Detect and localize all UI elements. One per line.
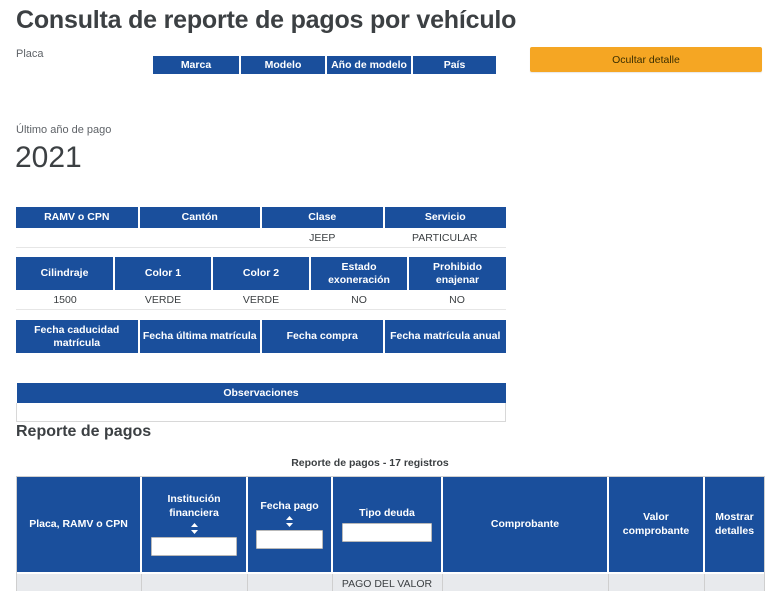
payments-th-tipo-deuda[interactable]: Tipo deuda bbox=[332, 477, 443, 574]
last-payment-year-value: 2021 bbox=[15, 141, 82, 174]
table-row: 1500 VERDE VERDE NO NO bbox=[16, 290, 506, 311]
detail1-td-servicio: PARTICULAR bbox=[383, 228, 506, 248]
payments-td-comprobante bbox=[442, 573, 609, 591]
payments-filter-fecha-pago[interactable] bbox=[255, 530, 324, 550]
page-title: Consulta de reporte de pagos por vehícul… bbox=[16, 6, 517, 34]
detail3-th-fecha-ultima-matricula: Fecha última matrícula bbox=[138, 320, 262, 355]
payments-table-wrapper: Placa, RAMV o CPN Institución financiera bbox=[16, 476, 765, 591]
payments-th-fecha-pago-label: Fecha pago bbox=[260, 499, 319, 512]
detail1-th-canton: Cantón bbox=[138, 207, 262, 229]
detail1-td-canton bbox=[138, 228, 261, 248]
table-header-row: Cilindraje Color 1 Color 2 Estado exoner… bbox=[16, 257, 506, 292]
table-header-row: Placa, RAMV o CPN Institución financiera bbox=[17, 477, 764, 574]
detail1-td-ramv bbox=[16, 228, 139, 248]
vehicle-col-modelo: Modelo bbox=[241, 56, 327, 74]
payments-th-placa-label: Placa, RAMV o CPN bbox=[29, 517, 128, 530]
table-header-row: RAMV o CPN Cantón Clase Servicio bbox=[16, 207, 506, 229]
detail2-td-prohibido-enajenar: NO bbox=[408, 290, 506, 311]
payments-td-fecha-pago bbox=[247, 573, 333, 591]
detail2-th-estado-exoneracion: Estado exoneración bbox=[310, 257, 409, 292]
detail2-th-color1: Color 1 bbox=[114, 257, 213, 292]
last-payment-year-label: Último año de pago bbox=[16, 124, 112, 136]
placa-label: Placa bbox=[16, 48, 44, 60]
payments-th-institucion-financiera[interactable]: Institución financiera bbox=[141, 477, 248, 574]
toggle-detail-button[interactable]: Ocultar detalle bbox=[530, 47, 762, 72]
payments-th-valor-comprobante-label: Valor comprobante bbox=[622, 511, 690, 537]
payments-th-comprobante: Comprobante bbox=[442, 477, 609, 574]
payments-td-valor-comprobante bbox=[608, 573, 705, 591]
detail1-th-ramv: RAMV o CPN bbox=[16, 207, 140, 229]
payments-td-tipo-deuda: PAGO DEL VALOR bbox=[332, 573, 443, 591]
detail2-td-color2: VERDE bbox=[212, 290, 310, 311]
detail2-th-color2: Color 2 bbox=[212, 257, 311, 292]
vehicle-header-strip: Marca Modelo Año de modelo País bbox=[153, 56, 496, 74]
payments-th-mostrar-detalles: Mostrar detalles bbox=[704, 477, 764, 574]
table-row: JEEP PARTICULAR bbox=[16, 228, 506, 248]
table-row bbox=[16, 403, 506, 422]
detail2-td-cilindraje: 1500 bbox=[16, 290, 114, 311]
page-root: Consulta de reporte de pagos por vehícul… bbox=[0, 0, 768, 591]
payments-th-placa: Placa, RAMV o CPN bbox=[17, 477, 142, 574]
payments-section-title: Reporte de pagos bbox=[16, 423, 152, 440]
detail1-th-servicio: Servicio bbox=[383, 207, 506, 229]
table-row[interactable]: PAGO DEL VALOR bbox=[17, 573, 764, 591]
detail-table-1: RAMV o CPN Cantón Clase Servicio JEEP PA… bbox=[16, 207, 506, 248]
payments-td-placa bbox=[17, 573, 142, 591]
observations-value bbox=[16, 403, 506, 422]
payments-td-institucion bbox=[141, 573, 248, 591]
sort-updown-icon[interactable] bbox=[190, 522, 199, 534]
payments-th-valor-comprobante: Valor comprobante bbox=[608, 477, 705, 574]
payments-th-institucion-financiera-label: Institución financiera bbox=[167, 493, 221, 519]
payments-filter-institucion-financiera[interactable] bbox=[150, 536, 238, 556]
sort-updown-icon[interactable] bbox=[285, 516, 294, 528]
payments-th-mostrar-detalles-label: Mostrar detalles bbox=[714, 511, 755, 537]
detail1-th-clase: Clase bbox=[261, 207, 385, 229]
payments-th-tipo-deuda-label: Tipo deuda bbox=[359, 506, 415, 519]
detail2-th-prohibido-enajenar: Prohibido enajenar bbox=[408, 257, 506, 292]
detail2-th-cilindraje: Cilindraje bbox=[16, 257, 115, 292]
payments-records-caption: Reporte de pagos - 17 registros bbox=[291, 457, 449, 469]
detail-table-3: Fecha caducidad matrícula Fecha última m… bbox=[16, 320, 506, 355]
payments-filter-tipo-deuda[interactable] bbox=[342, 523, 432, 543]
payments-table: Placa, RAMV o CPN Institución financiera bbox=[17, 477, 764, 591]
table-header-row: Fecha caducidad matrícula Fecha última m… bbox=[16, 320, 506, 355]
vehicle-col-anio-modelo: Año de modelo bbox=[327, 56, 413, 74]
observations-table: Observaciones bbox=[16, 383, 506, 422]
payments-th-fecha-pago[interactable]: Fecha pago bbox=[247, 477, 333, 574]
vehicle-col-marca: Marca bbox=[153, 56, 241, 74]
detail3-th-fecha-matricula-anual: Fecha matrícula anual bbox=[383, 320, 506, 355]
detail1-td-clase: JEEP bbox=[261, 228, 384, 248]
detail2-td-estado-exoneracion: NO bbox=[310, 290, 408, 311]
vehicle-col-pais: País bbox=[413, 56, 496, 74]
payments-th-comprobante-label: Comprobante bbox=[490, 517, 560, 530]
detail-table-2: Cilindraje Color 1 Color 2 Estado exoner… bbox=[16, 257, 506, 311]
payments-td-mostrar-detalles[interactable] bbox=[704, 573, 764, 591]
table-header-row: Observaciones bbox=[16, 383, 506, 403]
detail3-th-fecha-caducidad: Fecha caducidad matrícula bbox=[16, 320, 140, 355]
detail3-th-fecha-compra: Fecha compra bbox=[261, 320, 385, 355]
detail2-td-color1: VERDE bbox=[114, 290, 212, 311]
observations-header: Observaciones bbox=[16, 383, 506, 403]
